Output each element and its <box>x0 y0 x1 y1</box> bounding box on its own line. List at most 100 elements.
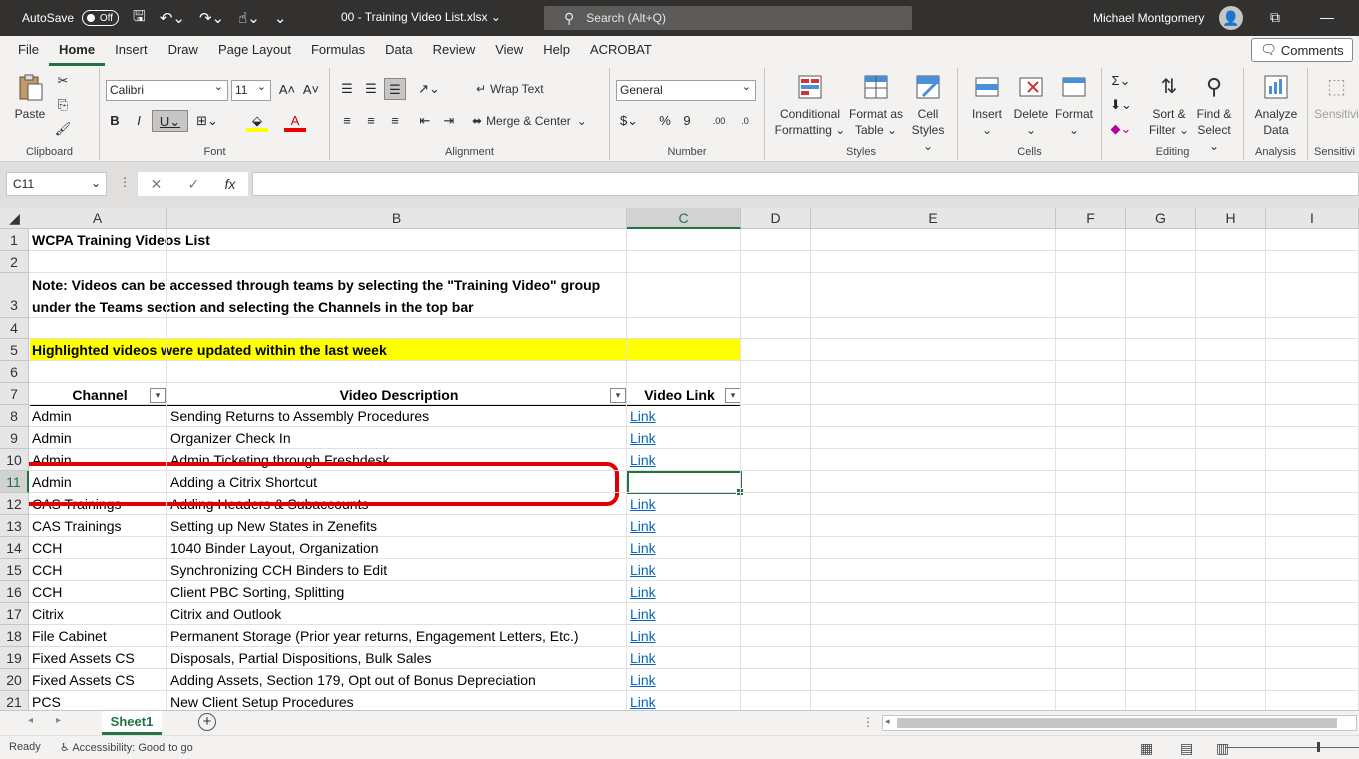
tab-acrobat[interactable]: ACROBAT <box>580 36 662 66</box>
currency-icon[interactable]: $⌄ <box>618 110 640 132</box>
align-bottom-icon[interactable]: ☰ <box>384 78 406 100</box>
cell-channel[interactable]: Admin <box>29 428 72 449</box>
cell-channel[interactable]: CAS Trainings <box>29 516 121 537</box>
tab-formulas[interactable]: Formulas <box>301 36 375 66</box>
scroll-left-arrow-icon[interactable]: ◂ <box>885 716 890 727</box>
row-header-19[interactable]: 19 <box>0 647 29 669</box>
font-size-select[interactable]: 11 <box>231 78 271 101</box>
column-header-e[interactable]: E <box>811 208 1056 229</box>
horizontal-scrollbar[interactable]: ◂ <box>882 715 1357 731</box>
avatar[interactable]: 👤 <box>1219 6 1243 30</box>
delete-cells-button[interactable]: Delete ⌄ <box>1010 72 1052 138</box>
wrap-text-button[interactable]: ↵ Wrap Text <box>476 82 544 96</box>
row-header-10[interactable]: 10 <box>0 449 29 471</box>
column-header-i[interactable]: I <box>1266 208 1359 229</box>
name-box[interactable]: C11 ⌄ <box>6 172 107 196</box>
fill-color-icon[interactable]: ⬙ <box>246 110 268 132</box>
cell-description[interactable]: Setting up New States in Zenefits <box>167 516 377 537</box>
scroll-right-icon[interactable]: ▸ <box>56 715 61 726</box>
conditional-formatting-button[interactable]: Conditional Formatting ⌄ <box>773 72 847 138</box>
row-header-14[interactable]: 14 <box>0 537 29 559</box>
cell-description[interactable]: Permanent Storage (Prior year returns, E… <box>167 626 579 647</box>
cell-description[interactable]: Client PBC Sorting, Splitting <box>167 582 344 603</box>
number-format-select[interactable]: General <box>616 78 756 101</box>
copy-icon[interactable]: ⎘ <box>52 94 74 116</box>
cell-channel[interactable]: CCH <box>29 582 62 603</box>
align-left-icon[interactable]: ≡ <box>336 110 358 132</box>
formula-input[interactable] <box>252 172 1359 196</box>
cell-description[interactable]: Disposals, Partial Dispositions, Bulk Sa… <box>167 648 431 669</box>
merge-center-button[interactable]: ⬌ Merge & Center ⌄ <box>472 114 587 128</box>
percent-icon[interactable]: % <box>654 110 676 132</box>
add-sheet-icon[interactable]: + <box>198 713 216 731</box>
cell-description[interactable]: New Client Setup Procedures <box>167 692 354 710</box>
row-header-13[interactable]: 13 <box>0 515 29 537</box>
decrease-indent-icon[interactable]: ⇤ <box>414 110 436 132</box>
row-header-12[interactable]: 12 <box>0 493 29 515</box>
tab-page-layout[interactable]: Page Layout <box>208 36 301 66</box>
ribbon-display-icon[interactable]: ⧉ <box>1270 9 1280 26</box>
align-right-icon[interactable]: ≡ <box>384 110 406 132</box>
increase-indent-icon[interactable]: ⇥ <box>438 110 460 132</box>
cell-channel[interactable]: Admin <box>29 406 72 427</box>
video-link[interactable]: Link <box>627 538 656 559</box>
video-link[interactable]: Link <box>627 516 656 537</box>
row-header-1[interactable]: 1 <box>0 229 29 251</box>
select-all-corner[interactable]: ◢ <box>0 208 30 229</box>
scrollbar-thumb[interactable] <box>897 718 1337 728</box>
redo-icon[interactable]: ↷⌄ <box>199 9 224 27</box>
row-header-16[interactable]: 16 <box>0 581 29 603</box>
page-break-view-icon[interactable]: ▥ <box>1216 740 1229 757</box>
cell-channel[interactable]: CCH <box>29 560 62 581</box>
active-cell-c11[interactable] <box>627 471 744 496</box>
increase-font-icon[interactable]: A˄ <box>276 79 298 101</box>
cell-styles-button[interactable]: Cell Styles ⌄ <box>905 72 951 154</box>
video-link[interactable]: Link <box>627 494 656 515</box>
cut-icon[interactable]: ✂ <box>52 70 74 92</box>
cell-channel[interactable]: Citrix <box>29 604 64 625</box>
tab-file[interactable]: File <box>8 36 49 66</box>
undo-icon[interactable]: ↶⌄ <box>160 9 185 27</box>
row-header-8[interactable]: 8 <box>0 405 29 427</box>
tab-view[interactable]: View <box>485 36 533 66</box>
align-top-icon[interactable]: ☰ <box>336 78 358 100</box>
video-link[interactable]: Link <box>627 582 656 603</box>
note-line-2[interactable]: under the Teams section and selecting th… <box>29 296 474 318</box>
header-link[interactable]: Video Link <box>628 384 728 406</box>
column-header-c[interactable]: C <box>627 208 741 229</box>
analyze-data-button[interactable]: Analyze Data <box>1250 72 1302 138</box>
row-header-18[interactable]: 18 <box>0 625 29 647</box>
decrease-decimal-icon[interactable]: .0 <box>734 110 756 132</box>
row-header-7[interactable]: 7 <box>0 383 29 405</box>
column-header-a[interactable]: A <box>29 208 167 229</box>
column-header-b[interactable]: B <box>167 208 627 229</box>
touch-mode-icon[interactable]: ☝⌄ <box>238 9 260 27</box>
row-header-17[interactable]: 17 <box>0 603 29 625</box>
italic-icon[interactable]: I <box>128 110 150 132</box>
tab-review[interactable]: Review <box>423 36 486 66</box>
sheet-tab-sheet1[interactable]: Sheet1 <box>102 711 162 735</box>
underline-icon[interactable]: U⌄ <box>152 110 188 132</box>
cell-description[interactable]: Adding Assets, Section 179, Opt out of B… <box>167 670 536 691</box>
enter-icon[interactable]: ✓ <box>188 176 200 193</box>
video-link[interactable]: Link <box>627 560 656 581</box>
scroll-left-icon[interactable]: ◂ <box>28 715 33 726</box>
row-header-5[interactable]: 5 <box>0 339 29 361</box>
tab-help[interactable]: Help <box>533 36 580 66</box>
cell-description[interactable]: 1040 Binder Layout, Organization <box>167 538 379 559</box>
user-name[interactable]: Michael Montgomery <box>1093 11 1204 25</box>
column-header-h[interactable]: H <box>1196 208 1266 229</box>
video-link[interactable]: Link <box>627 604 656 625</box>
format-as-table-button[interactable]: Format as Table ⌄ <box>847 72 905 138</box>
row-header-21[interactable]: 21 <box>0 691 29 710</box>
align-middle-icon[interactable]: ☰ <box>360 78 382 100</box>
orientation-icon[interactable]: ↗⌄ <box>418 78 440 100</box>
fill-icon[interactable]: ⬇⌄ <box>1110 94 1132 116</box>
cell-description[interactable]: Organizer Check In <box>167 428 291 449</box>
row-header-4[interactable]: 4 <box>0 318 29 339</box>
cell-channel[interactable]: Fixed Assets CS <box>29 648 135 669</box>
comma-style-icon[interactable]: 9 <box>676 110 698 132</box>
video-link[interactable]: Link <box>627 428 656 449</box>
decrease-font-icon[interactable]: A˅ <box>300 79 322 101</box>
search-box[interactable]: ⚲ Search (Alt+Q) <box>544 6 912 30</box>
